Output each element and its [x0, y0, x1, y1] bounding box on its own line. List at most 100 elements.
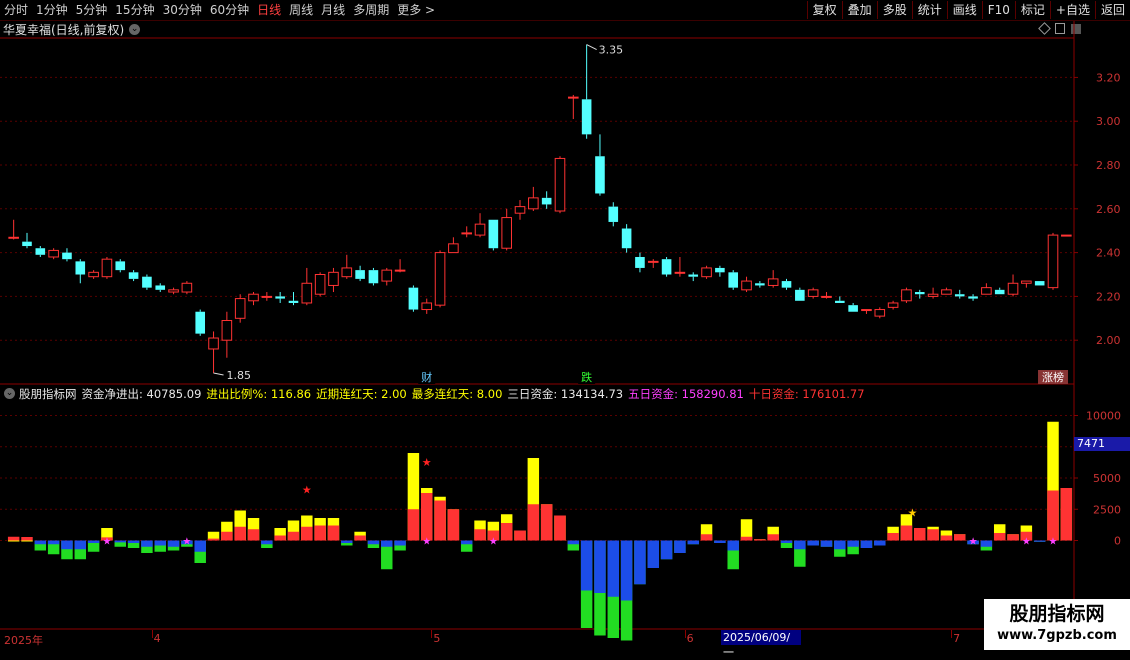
flow-bar-outer	[7, 540, 20, 542]
flow-bar-inner	[540, 504, 553, 541]
candle-body	[261, 295, 273, 298]
diamond-icon[interactable]	[1038, 22, 1051, 35]
flow-bar-outer	[900, 514, 913, 541]
date-label: 7	[953, 632, 961, 645]
flow-bar-outer	[860, 540, 873, 548]
pink-star-icon: ★	[182, 537, 191, 548]
candle-body	[501, 217, 512, 249]
flow-bar-inner	[354, 535, 366, 541]
flow-bar-inner	[221, 531, 233, 541]
period-tab[interactable]: 周线	[285, 0, 317, 20]
period-tab[interactable]: 月线	[317, 0, 349, 20]
period-tab[interactable]: 日线	[253, 0, 285, 20]
candle-body	[914, 292, 925, 295]
toolbar-action-button[interactable]: 画线	[946, 1, 982, 19]
flow-bar-inner	[314, 525, 326, 541]
candle-body	[755, 283, 765, 286]
flow-bar-outer	[1007, 534, 1019, 541]
flow-bar-inner	[101, 537, 113, 541]
period-tab[interactable]: 30分钟	[159, 0, 206, 20]
flow-bar-outer	[620, 540, 633, 641]
candle-body	[528, 197, 539, 210]
toolbar-action-button[interactable]: F10	[981, 1, 1015, 19]
chevron-down-icon[interactable]: ⌄	[4, 388, 15, 399]
selected-date: 2025/06/09/一	[721, 630, 801, 659]
toolbar-action-button[interactable]: 多股	[876, 1, 912, 19]
candle-body	[341, 267, 353, 278]
candle-body	[635, 256, 645, 268]
flow-bar-outer	[674, 540, 686, 553]
candle-body	[1034, 281, 1045, 286]
flow-bar-inner	[647, 540, 659, 568]
toolbar-action-button[interactable]: 统计	[911, 1, 947, 19]
candle-body	[688, 274, 699, 277]
toolbar-action-button[interactable]: 返回	[1094, 1, 1130, 19]
candle-body	[355, 270, 365, 279]
flow-bar-inner	[740, 536, 753, 541]
flow-bar-outer	[527, 458, 540, 541]
flow-bar-outer	[47, 540, 60, 555]
flow-bar-inner	[287, 531, 300, 541]
toolbar-action-button[interactable]: +自选	[1049, 1, 1095, 19]
chevron-down-icon[interactable]: ⌄	[129, 24, 141, 35]
candle-body	[647, 260, 659, 263]
flow-bar-outer	[1047, 421, 1059, 541]
candle-body	[221, 319, 233, 341]
candle-body	[715, 267, 725, 273]
flow-bar-inner	[460, 540, 473, 545]
window-icon[interactable]	[1055, 23, 1065, 34]
candle-body	[448, 243, 459, 254]
indicator-value: 近期连红天: 2.00	[316, 386, 407, 401]
candle-body	[248, 293, 259, 302]
event-marker: 跌	[581, 370, 592, 384]
price-chart[interactable]: 3.35 1.85 财 跌 涨榜 3.20 3.00 2.80 2.60 2.40 2.20 2.0…	[0, 0, 1130, 650]
flow-bar-outer	[487, 521, 500, 541]
flow-bar-outer	[181, 540, 193, 547]
indicator-value: 进出比例%: 116.86	[206, 386, 312, 401]
flow-bar-inner	[167, 540, 180, 547]
flow-bar-inner	[714, 540, 726, 543]
flow-bar-outer	[381, 540, 393, 570]
date-tick	[431, 630, 433, 638]
period-tab[interactable]: 5分钟	[72, 0, 112, 20]
flow-bar-inner	[1060, 488, 1073, 541]
event-marker: 财	[421, 370, 432, 384]
flow-bar-outer	[234, 510, 246, 541]
period-tab[interactable]: 分时	[0, 0, 32, 20]
flow-bar-inner	[247, 529, 260, 541]
candle-body	[608, 206, 619, 222]
flow-bar-outer	[594, 540, 606, 636]
period-tab[interactable]: 60分钟	[206, 0, 253, 20]
candle-body	[741, 280, 752, 291]
toolbar-action-button[interactable]: 标记	[1014, 1, 1050, 19]
flow-bar-inner	[327, 525, 340, 541]
flow-bar-inner	[620, 540, 633, 601]
indicator-value: 十日资金: 176101.77	[748, 386, 865, 401]
flow-bar-inner	[274, 535, 286, 541]
candle-body	[195, 311, 206, 334]
watermark-url: www.7gpzb.com	[997, 628, 1117, 643]
flow-bar-inner	[234, 526, 246, 541]
flow-bar-outer	[221, 521, 233, 541]
flow-bar-inner	[580, 540, 593, 591]
candle-body	[781, 281, 792, 288]
indicator-value: 三日资金: 134134.73	[507, 386, 624, 401]
flow-bar-outer	[1020, 525, 1033, 541]
flow-bar-inner	[1047, 490, 1059, 541]
period-tab[interactable]: 更多 >	[393, 0, 439, 20]
flow-bar-inner	[527, 504, 540, 541]
period-tab[interactable]: 15分钟	[111, 0, 158, 20]
pink-star-icon: ★	[102, 537, 111, 548]
candle-body	[968, 296, 978, 299]
candle-body	[795, 289, 805, 301]
flow-bar-inner	[1033, 540, 1046, 542]
square-icon[interactable]	[1071, 23, 1081, 34]
flow-bar-inner	[700, 534, 713, 541]
low-label: 1.85	[227, 369, 252, 382]
toolbar-action-button[interactable]: 复权	[806, 1, 842, 19]
period-tab[interactable]: 1分钟	[32, 0, 72, 20]
period-tab[interactable]: 多周期	[349, 0, 393, 20]
indicator-name: 股朋指标网	[19, 386, 77, 401]
toolbar-action-button[interactable]: 叠加	[841, 1, 877, 19]
candle-body	[874, 309, 886, 317]
